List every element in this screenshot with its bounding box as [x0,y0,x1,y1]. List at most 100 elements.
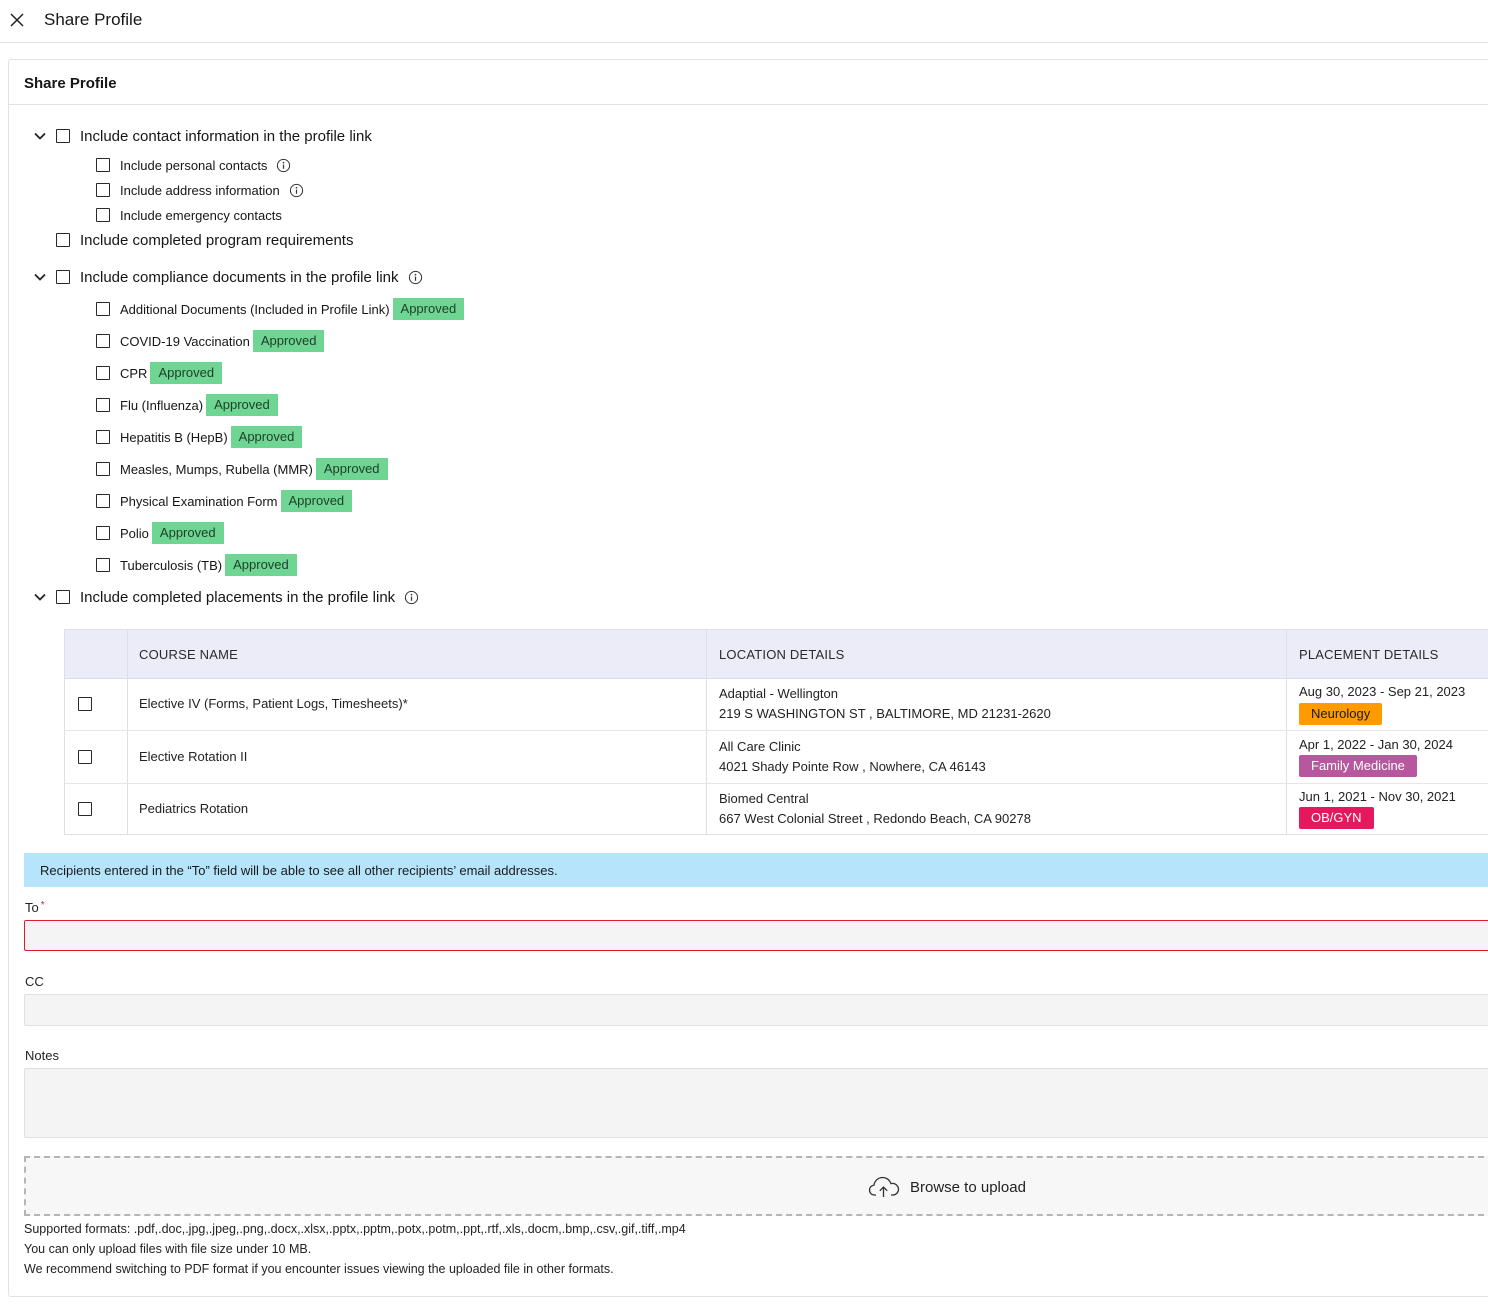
document-item[interactable]: COVID-19 Vaccination Approved [96,330,325,352]
status-badge: Approved [230,426,303,448]
document-item[interactable]: CPR Approved [96,362,223,384]
row-checkbox[interactable] [78,697,92,711]
cc-field[interactable] [24,994,1488,1026]
document-name: CPR [120,365,148,381]
placement-dates: Apr 1, 2022 - Jan 30, 2024 [1299,737,1453,752]
personal-contacts-checkbox[interactable] [96,158,110,172]
document-item[interactable]: Additional Documents (Included in Profil… [96,298,465,320]
document-name: Hepatitis B (HepB) [120,429,228,445]
info-icon[interactable] [408,270,423,285]
info-icon[interactable] [276,158,291,173]
specialty-tag: Neurology [1299,703,1383,725]
document-name: Measles, Mumps, Rubella (MMR) [120,461,313,477]
table-row[interactable]: Elective Rotation II All Care Clinic 402… [65,731,1488,784]
status-badge: Approved [206,394,278,416]
document-checkbox[interactable] [96,398,110,412]
program-requirements-option[interactable]: Include completed program requirements [56,230,353,250]
page-title: Share Profile [44,10,143,29]
document-item[interactable]: Measles, Mumps, Rubella (MMR) Approved [96,458,388,480]
option-label: Include address information [120,182,280,198]
contact-info-option[interactable]: Include contact information in the profi… [56,126,372,146]
location-name: Biomed Central [719,791,809,806]
location-name: All Care Clinic [719,739,801,754]
document-checkbox[interactable] [96,558,110,572]
table-header: COURSE NAME LOCATION DETAILS PLACEMENT D… [65,630,1488,679]
specialty-tag: OB/GYN [1299,807,1374,829]
status-badge: Approved [280,490,353,512]
document-name: Additional Documents (Included in Profil… [120,301,390,317]
info-icon[interactable] [404,590,419,605]
notice-text: Recipients entered in the “To” field wil… [40,863,558,878]
notes-field[interactable] [24,1068,1488,1138]
upload-label: Browse to upload [910,1178,1026,1196]
location-name: Adaptial - Wellington [719,686,838,701]
document-item[interactable]: Hepatitis B (HepB) Approved [96,426,303,448]
placement-dates: Aug 30, 2023 - Sep 21, 2023 [1299,684,1466,699]
address-info-option[interactable]: Include address information [96,180,304,200]
document-checkbox[interactable] [96,334,110,348]
notes-label: Notes [25,1048,59,1063]
course-name: Elective IV (Forms, Patient Logs, Timesh… [139,696,408,711]
placements-option[interactable]: Include completed placements in the prof… [56,587,419,607]
table-row[interactable]: Elective IV (Forms, Patient Logs, Timesh… [65,678,1488,731]
document-item[interactable]: Polio Approved [96,522,224,544]
document-checkbox[interactable] [96,366,110,380]
chevron-down-icon[interactable] [33,590,47,604]
emergency-contacts-checkbox[interactable] [96,208,110,222]
placements-checkbox[interactable] [56,590,70,604]
upload-content[interactable]: Browse to upload [868,1175,1026,1199]
info-icon[interactable] [289,183,304,198]
required-marker: * [40,900,45,911]
document-item[interactable]: Flu (Influenza) Approved [96,394,278,416]
chevron-down-icon[interactable] [33,270,47,284]
course-name: Pediatrics Rotation [139,801,249,816]
panel-header: Share Profile [9,60,1488,105]
to-label: To * [25,900,45,915]
option-label: Include emergency contacts [120,207,282,223]
option-label: Include completed placements in the prof… [80,588,396,606]
close-icon[interactable] [8,11,26,29]
upload-dropzone[interactable]: Browse to upload [24,1156,1488,1216]
document-name: Physical Examination Form [120,493,278,509]
recipients-notice: Recipients entered in the “To” field wil… [24,853,1488,887]
document-checkbox[interactable] [96,494,110,508]
top-bar: Share Profile [0,0,1488,43]
document-name: Tuberculosis (TB) [120,557,223,573]
program-requirements-checkbox[interactable] [56,233,70,247]
status-badge: Approved [392,298,465,320]
document-checkbox[interactable] [96,526,110,540]
location-address: 219 S WASHINGTON ST , BALTIMORE, MD 2123… [719,706,1051,721]
status-badge: Approved [252,330,325,352]
table-row[interactable]: Pediatrics Rotation Biomed Central 667 W… [65,783,1488,835]
to-label-text: To [25,900,39,915]
status-badge: Approved [225,554,297,576]
status-badge: Approved [315,458,388,480]
status-badge: Approved [150,362,223,384]
document-item[interactable]: Physical Examination Form Approved [96,490,353,512]
course-name: Elective Rotation II [139,749,248,764]
row-checkbox[interactable] [78,750,92,764]
compliance-docs-option[interactable]: Include compliance documents in the prof… [56,267,423,287]
location-address: 4021 Shady Pointe Row , Nowhere, CA 4614… [719,759,986,774]
column-header-location: LOCATION DETAILS [719,647,845,662]
column-header-course: COURSE NAME [139,647,238,662]
file-size-hint: You can only upload files with file size… [24,1242,312,1256]
document-checkbox[interactable] [96,430,110,444]
document-item[interactable]: Tuberculosis (TB) Approved [96,554,297,576]
option-label: Include personal contacts [120,157,268,173]
cc-label: CC [25,974,44,989]
row-checkbox[interactable] [78,802,92,816]
personal-contacts-option[interactable]: Include personal contacts [96,155,291,175]
status-badge: Approved [151,522,224,544]
to-field[interactable] [24,920,1488,951]
document-name: Flu (Influenza) [120,397,204,413]
compliance-docs-checkbox[interactable] [56,270,70,284]
contact-info-checkbox[interactable] [56,129,70,143]
emergency-contacts-option[interactable]: Include emergency contacts [96,205,282,225]
document-checkbox[interactable] [96,462,110,476]
chevron-down-icon[interactable] [33,129,47,143]
specialty-tag: Family Medicine [1299,755,1417,777]
pdf-recommendation-hint: We recommend switching to PDF format if … [24,1262,614,1276]
address-info-checkbox[interactable] [96,183,110,197]
document-checkbox[interactable] [96,302,110,316]
